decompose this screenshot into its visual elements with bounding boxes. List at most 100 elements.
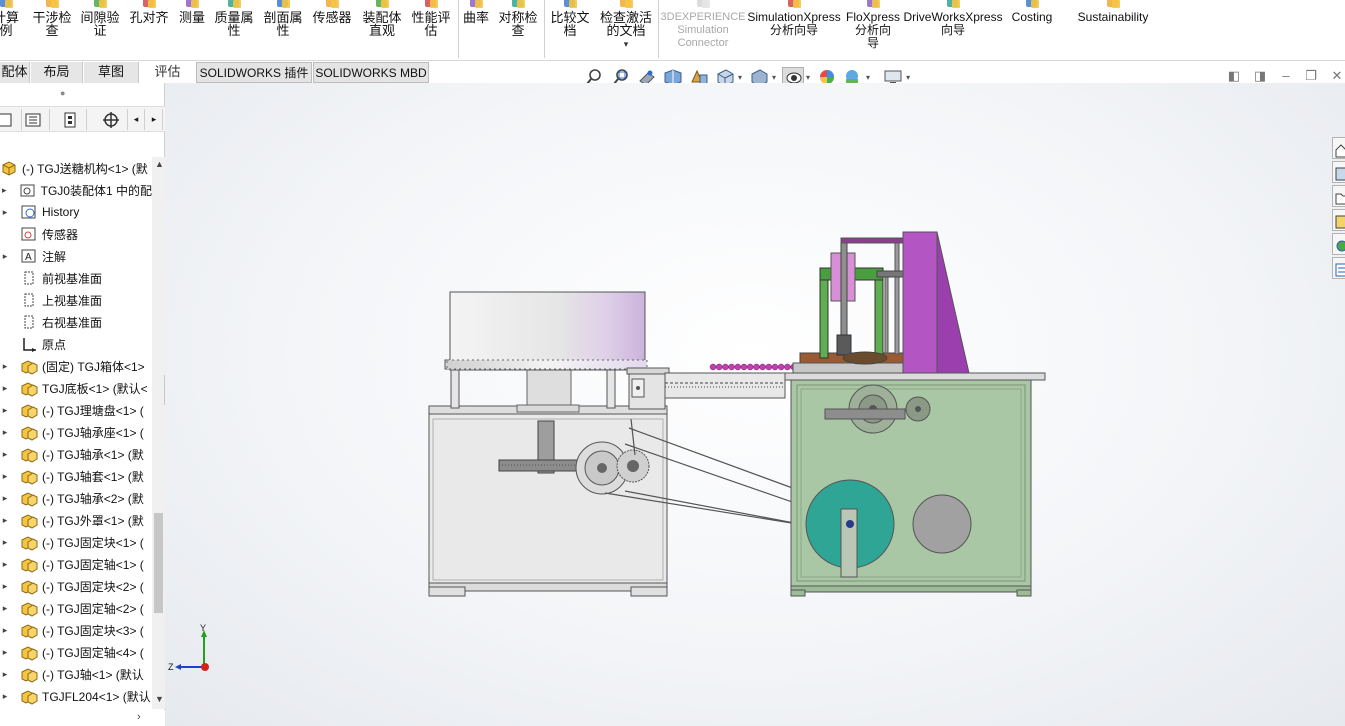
tree-item[interactable]: 上视基准面	[0, 289, 152, 311]
ribbon-button-4[interactable]: 测量	[176, 0, 208, 60]
tree-item[interactable]: ▸ (-) TGJ轴承<2> (默	[0, 487, 152, 509]
ribbon-button-12[interactable]: 比较文 档	[548, 0, 592, 60]
apply-scene-dropdown[interactable]: ▾	[866, 73, 870, 82]
tree-item[interactable]: ▸ TGJ0装配体1 中的配	[0, 179, 152, 201]
ribbon-button-17[interactable]: DriveWorksXpress 向导	[903, 0, 1003, 60]
expand-arrow-icon[interactable]: ▸	[0, 493, 10, 504]
expand-arrow-icon[interactable]: ▸	[0, 603, 10, 614]
view-orientation-dropdown[interactable]: ▾	[738, 73, 742, 82]
tree-item[interactable]: ▸ (-) TGJ理塘盘<1> (	[0, 399, 152, 421]
custom-properties-icon[interactable]	[1332, 257, 1345, 279]
expand-arrow-icon[interactable]: ▸	[0, 449, 10, 460]
tab-evaluate[interactable]: 评估	[140, 62, 195, 83]
tree-vertical-scrollbar[interactable]: ▲ ▼	[152, 157, 165, 709]
ribbon-button-0[interactable]: 计算 例	[0, 0, 20, 60]
tree-item[interactable]: ▸ (-) TGJ轴承座<1> (	[0, 421, 152, 443]
expand-arrow-icon[interactable]: ▸	[0, 207, 10, 218]
expand-arrow-icon[interactable]: ▸	[0, 251, 10, 262]
expand-arrow-icon[interactable]: ▸	[0, 537, 10, 548]
ribbon-button-5[interactable]: 质量属 性	[212, 0, 256, 60]
tree-item[interactable]: ▸ (-) TGJ固定块<1> (	[0, 531, 152, 553]
tree-item[interactable]: 传感器	[0, 223, 152, 245]
ribbon-button-18[interactable]: Costing	[1008, 0, 1056, 60]
tree-item[interactable]: 右视基准面	[0, 311, 152, 333]
graphics-area[interactable]: Y Z	[165, 83, 1345, 726]
expand-arrow-icon[interactable]: ▸	[0, 625, 10, 636]
expand-arrow-icon[interactable]: ▸	[0, 647, 10, 658]
view-palette-icon[interactable]	[1332, 209, 1345, 231]
tile-right-icon[interactable]: ◨	[1252, 68, 1268, 84]
tree-item[interactable]: 前视基准面	[0, 267, 152, 289]
tab-configuration-manager[interactable]	[53, 109, 87, 130]
view-settings-dropdown[interactable]: ▾	[906, 73, 910, 82]
tree-item[interactable]: ▸ (-) TGJ固定轴<1> (	[0, 553, 152, 575]
candy-feeder-model[interactable]	[165, 83, 1345, 726]
tab-sketch[interactable]: 草图	[84, 62, 139, 83]
tree-horizontal-scrollbar[interactable]: ›	[0, 710, 165, 726]
restore-icon[interactable]: ❐	[1303, 68, 1319, 84]
expand-arrow-icon[interactable]: ▸	[0, 669, 10, 680]
panel-tab-scroll-right[interactable]: ▸	[146, 109, 163, 130]
tree-item[interactable]: ▸ (-) TGJ固定轴<2> (	[0, 597, 152, 619]
ribbon-button-9[interactable]: 性能评 估	[408, 0, 454, 60]
expand-arrow-icon[interactable]: ▸	[0, 427, 10, 438]
panel-tab-scroll-left[interactable]: ◂	[128, 109, 145, 130]
scroll-up-arrow[interactable]: ▲	[155, 159, 164, 169]
scroll-thumb[interactable]	[154, 513, 163, 613]
solidworks-resources-icon[interactable]	[1332, 137, 1345, 159]
tree-item[interactable]: ▸ TGJFL204<1> (默认	[0, 685, 152, 707]
tab-assembly[interactable]: 配体	[0, 62, 30, 83]
design-library-icon[interactable]	[1332, 161, 1345, 183]
tree-item[interactable]: ▸ (-) TGJ固定轴<4> (	[0, 641, 152, 663]
ribbon-button-2[interactable]: 间隙验 证	[78, 0, 122, 60]
tree-item[interactable]: ▸ History	[0, 201, 152, 223]
expand-arrow-icon[interactable]: ▸	[0, 515, 10, 526]
expand-arrow-icon[interactable]: ▸	[0, 185, 9, 196]
tab-solidworks-mbd[interactable]: SOLIDWORKS MBD	[313, 62, 429, 83]
ribbon-button-16[interactable]: FloXpress 分析向 导	[844, 0, 902, 60]
close-icon[interactable]: ✕	[1329, 68, 1345, 84]
ribbon-button-13[interactable]: 检查激活 的文档 ▾	[597, 0, 655, 60]
ribbon-button-11[interactable]: 对称检 查	[496, 0, 540, 60]
tree-item[interactable]: ▸ A 注解	[0, 245, 152, 267]
appearances-scenes-icon[interactable]	[1332, 233, 1345, 255]
ribbon-button-1[interactable]: 干涉检 查	[30, 0, 74, 60]
tab-solidworks-addins[interactable]: SOLIDWORKS 插件	[196, 62, 312, 83]
tree-item[interactable]: ▸ (-) TGJ轴套<1> (默	[0, 465, 152, 487]
tile-left-icon[interactable]: ◧	[1226, 68, 1242, 84]
ribbon-button-6[interactable]: 剖面属 性	[261, 0, 305, 60]
expand-arrow-icon[interactable]: ▸	[0, 361, 10, 372]
expand-arrow-icon[interactable]: ▸	[0, 581, 10, 592]
tab-dimxpert-manager[interactable]	[94, 109, 128, 130]
tree-item[interactable]: ▸ (-) TGJ固定块<3> (	[0, 619, 152, 641]
ribbon-button-10[interactable]: 曲率	[460, 0, 492, 60]
ribbon-button-15[interactable]: SimulationXpress 分析向导	[747, 0, 841, 60]
ribbon-button-3[interactable]: 孔对齐	[126, 0, 172, 60]
expand-arrow-icon[interactable]: ▸	[0, 691, 10, 702]
tree-item[interactable]: 原点	[0, 333, 152, 355]
tab-property-manager[interactable]	[16, 109, 50, 130]
file-explorer-icon[interactable]	[1332, 185, 1345, 207]
scroll-right-arrow[interactable]: ›	[137, 711, 141, 723]
display-style-dropdown[interactable]: ▾	[772, 73, 776, 82]
expand-arrow-icon[interactable]: ▸	[0, 471, 10, 482]
panel-grip-icon[interactable]: ●	[60, 88, 65, 98]
expand-arrow-icon[interactable]: ▸	[0, 383, 10, 394]
ribbon-button-8[interactable]: 装配体 直观	[359, 0, 405, 60]
tree-item[interactable]: ▸ (-) TGJ轴承<1> (默	[0, 443, 152, 465]
check-active-document-dropdown[interactable]: ▾	[624, 39, 629, 50]
tree-item[interactable]: ▸ (-) TGJ轴<1> (默认	[0, 663, 152, 685]
tree-item[interactable]: (-) TGJ送糖机构<1> (默	[0, 157, 152, 179]
tree-item[interactable]: ▸ (固定) TGJ箱体<1>	[0, 355, 152, 377]
tree-item[interactable]: ▸ TGJ底板<1> (默认<	[0, 377, 152, 399]
hide-show-items-dropdown[interactable]: ▾	[806, 73, 810, 82]
expand-arrow-icon[interactable]: ▸	[0, 559, 10, 570]
minimize-icon[interactable]: –	[1278, 68, 1294, 84]
tree-item[interactable]: ▸ (-) TGJ固定块<2> (	[0, 575, 152, 597]
tree-item[interactable]: ▸ (-) TGJ外罩<1> (默	[0, 509, 152, 531]
scroll-down-arrow[interactable]: ▼	[155, 694, 164, 704]
ribbon-button-7[interactable]: 传感器	[309, 0, 355, 60]
ribbon-button-19[interactable]: Sustainability	[1074, 0, 1152, 60]
tab-layout[interactable]: 布局	[31, 62, 83, 83]
expand-arrow-icon[interactable]: ▸	[0, 405, 10, 416]
